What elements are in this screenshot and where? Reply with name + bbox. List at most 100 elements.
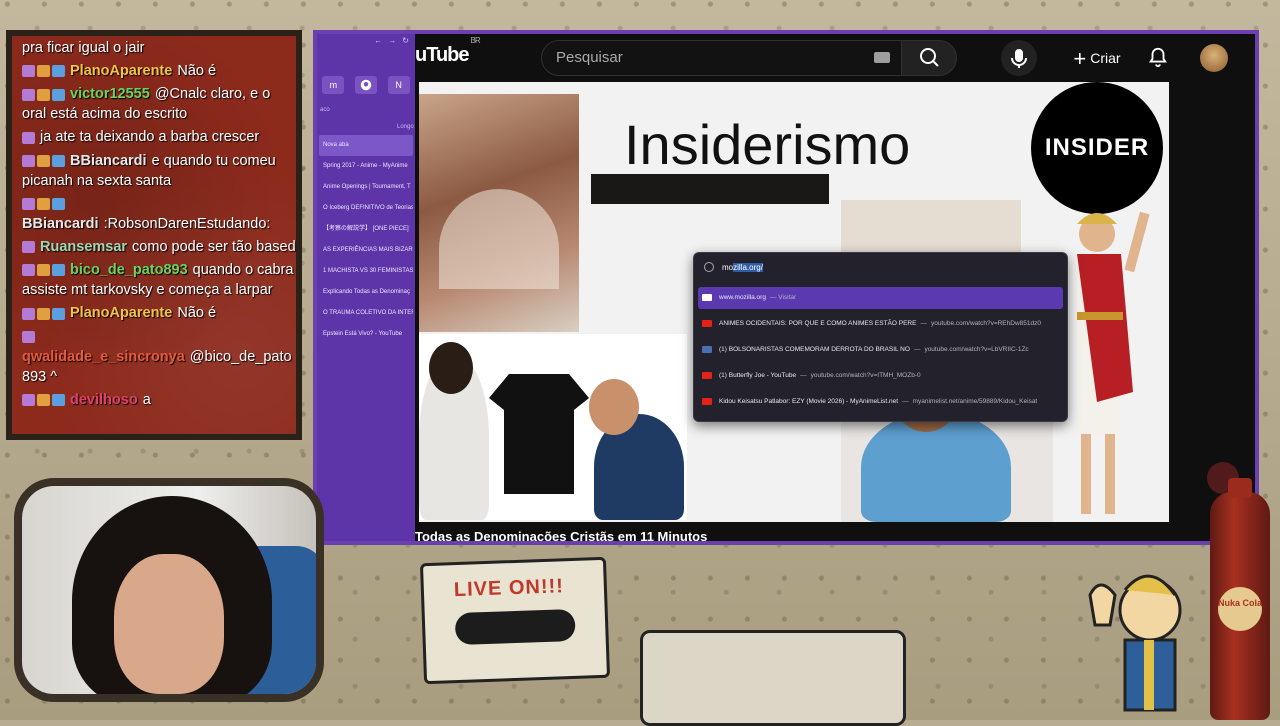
search-button[interactable] [901, 40, 957, 76]
account-avatar[interactable] [1200, 44, 1228, 72]
autocomplete-text: zilla.org/ [733, 263, 763, 272]
sidebar-tab[interactable]: 【考察の解説学】 [ONE PIECE] [319, 219, 413, 240]
chat-username[interactable]: qwalidade_e_sincronya [22, 349, 185, 365]
chat-text: pra ficar igual o jair [22, 40, 145, 56]
chat-message: BBiancardi e quando tu comeu picanah na s… [22, 151, 296, 191]
black-shirt [489, 374, 589, 494]
voice-search-button[interactable] [1001, 40, 1037, 76]
tab-new-tab[interactable]: Nova aba [319, 135, 413, 156]
video-player[interactable]: Insiderismo INSIDER mozilla.org/ www.moz… [419, 82, 1169, 522]
badge-icon [22, 88, 35, 101]
chat-username[interactable]: devilhoso [70, 392, 138, 408]
notifications-bell-icon[interactable] [1147, 46, 1169, 68]
reload-icon[interactable]: ↻ [402, 36, 409, 50]
suggestion-title: (1) Butterfly Joe - YouTube [719, 372, 797, 379]
address-suggestion[interactable]: (1) BOLSONARISTAS COMEMORAM DERROTA DO B… [698, 339, 1063, 361]
chat-message: PlanoAparente Não é [22, 303, 296, 323]
youtube-icon [702, 319, 712, 327]
chat-badges [22, 128, 37, 148]
suggestion-separator: — [920, 320, 927, 327]
pinned-github-icon[interactable] [354, 76, 377, 94]
chat-username[interactable]: BBiancardi [22, 216, 99, 232]
badge-icon [52, 88, 65, 101]
badge-icon [22, 198, 35, 211]
cassette-label: LIVE ON!!! [453, 575, 565, 602]
pinned-notion-icon[interactable]: N [387, 76, 410, 94]
forward-icon[interactable]: → [388, 36, 396, 50]
person-right-head [589, 379, 639, 435]
browser-window: ← → ↻ m N aco Longo Nova aba Spring 2017 … [313, 30, 1259, 545]
sidebar-tab[interactable]: Anime Openings | Tournament, T [319, 177, 413, 198]
person-left-head [429, 342, 473, 394]
sidebar-tab[interactable]: Spring 2017 - Anime - MyAnime [319, 156, 413, 177]
badge-icon [22, 131, 35, 144]
chat-text: Não é [177, 63, 217, 79]
search-icon [920, 48, 939, 67]
address-bar-input[interactable]: mozilla.org/ [694, 253, 1067, 283]
chat-username[interactable]: BBiancardi [70, 153, 147, 169]
vertical-tab-list: Nova aba Spring 2017 - Anime - MyAnime Ani… [319, 135, 413, 345]
suggestion-url: youtube.com/watch?v=REhDw851dz0 [930, 320, 1041, 327]
youtube-logo[interactable]: uTubeBR [415, 36, 481, 67]
chat-message: qwalidade_e_sincronya @bico_de_pato893 ^ [22, 326, 296, 386]
address-suggestion[interactable]: ANIMES OCIDENTAIS: POR QUE E COMO ANIMES… [698, 313, 1063, 335]
insider-logo: INSIDER [1031, 82, 1163, 214]
sidebar-tab[interactable]: AS EXPERIÊNCIAS MAIS BIZARRA [319, 240, 413, 261]
back-icon[interactable]: ← [374, 36, 382, 50]
cassette-reels [454, 608, 576, 646]
chat-badges [22, 61, 67, 81]
chat-badges [22, 194, 67, 214]
badge-icon [22, 154, 35, 167]
page-icon [702, 345, 712, 353]
badge-icon [22, 264, 35, 277]
youtube-header: uTubeBR +Criar [415, 34, 1255, 82]
video-title: Todas as Denominações Cristãs em 11 Minu… [415, 529, 708, 544]
suggestion-title: ANIMES OCIDENTAIS: POR QUE E COMO ANIMES… [719, 320, 917, 327]
chat-badges [22, 260, 67, 280]
suggestion-url: youtube.com/watch?v=LbVRIIC-1Zc [924, 346, 1029, 353]
badge-icon [52, 154, 65, 167]
pinned-mozilla-icon[interactable]: m [322, 76, 345, 94]
chat-text: a [142, 391, 151, 408]
suggestion-url: myanimelist.net/anime/59889/Kidou_Keisat [912, 398, 1038, 405]
chat-username[interactable]: PlanoAparente [70, 63, 172, 79]
sidebar-tab[interactable]: Explicando Todas as Denominaç [319, 282, 413, 303]
slide-dark-image [591, 174, 829, 204]
badge-icon [22, 330, 35, 343]
chat-badges [22, 84, 67, 104]
sidebar-tab[interactable]: 1 MACHISTA VS 30 FEMINISTAS [319, 261, 413, 282]
youtube-region-code: BR [470, 36, 481, 46]
create-button[interactable]: + Criar [1065, 40, 1129, 76]
chat-badges [22, 327, 37, 347]
two-men-with-shirt-image [419, 334, 687, 520]
chat-badges [22, 237, 37, 257]
nuka-cola-bottle: Nuka Cola [1210, 478, 1270, 720]
suggestion-title: (1) BOLSONARISTAS COMEMORAM DERROTA DO B… [719, 346, 910, 353]
badge-icon [37, 65, 50, 78]
youtube-search-input[interactable] [542, 41, 870, 74]
badge-icon [52, 393, 65, 406]
address-suggestion[interactable]: Kidou Keisatsu Patlabor: EZY (Movie 2026… [698, 391, 1063, 413]
chat-username[interactable]: PlanoAparente [70, 305, 172, 321]
chat-username[interactable]: bico_de_pato893 [70, 262, 188, 278]
sidebar-tab[interactable]: O TRAUMA COLETIVO DA INTER [319, 303, 413, 324]
address-suggestion[interactable]: www.mozilla.org — Visitar [698, 287, 1063, 309]
badge-icon [37, 88, 50, 101]
badge-icon [37, 393, 50, 406]
chat-username[interactable]: victor12555 [70, 86, 150, 102]
typed-text: mo [722, 263, 734, 272]
address-bar-dropdown: mozilla.org/ www.mozilla.org — Visitar ANI… [693, 252, 1068, 422]
suggestion-separator: — [902, 398, 909, 405]
chat-username[interactable]: Ruansemsar [40, 239, 127, 255]
badge-icon [22, 393, 35, 406]
chat-badges [22, 303, 67, 323]
address-suggestion[interactable]: (1) Butterfly Joe - YouTube — youtube.com/… [698, 365, 1063, 387]
keyboard-icon[interactable] [874, 52, 890, 63]
microphone-icon [1011, 49, 1027, 68]
bottle-label: Nuka Cola [1218, 587, 1262, 631]
sidebar-tab[interactable]: Epstein Está Vivo? - YouTube [319, 324, 413, 345]
sidebar-tab[interactable]: O Iceberg DEFINITIVO de Teorias [319, 198, 413, 219]
chat-message: pra ficar igual o jair [22, 38, 296, 58]
badge-icon [52, 264, 65, 277]
badge-icon [22, 65, 35, 78]
